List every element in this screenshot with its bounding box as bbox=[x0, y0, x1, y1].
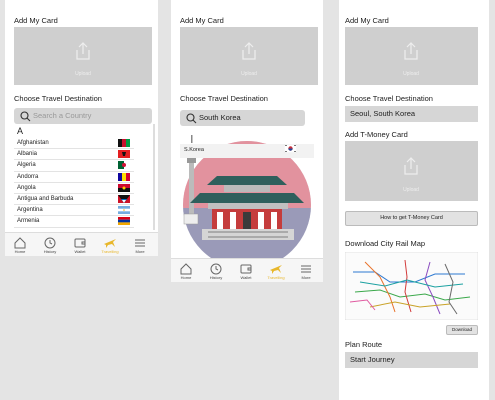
tab-label: History bbox=[209, 275, 223, 280]
upload-icon bbox=[76, 42, 90, 60]
tab-label: More bbox=[135, 249, 145, 254]
plane-icon bbox=[270, 265, 282, 274]
add-card-heading: Add My Card bbox=[14, 16, 58, 25]
tab-label: History bbox=[43, 249, 57, 254]
upload-icon bbox=[242, 42, 256, 60]
country-name: Afghanistan bbox=[17, 140, 49, 146]
city-rail-map-image[interactable] bbox=[345, 252, 478, 320]
screen-travel-setup: Add My Card Upload Choose Travel Destina… bbox=[339, 0, 489, 400]
history-icon bbox=[44, 237, 56, 249]
card-upload-area[interactable]: Upload bbox=[345, 27, 478, 85]
tab-label: Home bbox=[180, 275, 192, 280]
plane-icon bbox=[104, 239, 116, 248]
menu-icon bbox=[135, 239, 145, 247]
history-icon bbox=[210, 263, 222, 275]
tab-home[interactable]: Home bbox=[171, 259, 201, 283]
country-list[interactable]: A Afghanistan Albania Algeria Andorra Angola… bbox=[14, 124, 134, 230]
country-list-item[interactable]: Argentina bbox=[14, 205, 134, 217]
home-icon bbox=[180, 263, 192, 275]
tab-history[interactable]: History bbox=[201, 259, 231, 283]
country-list-item[interactable]: Afghanistan bbox=[14, 138, 134, 150]
korea-flag-icon bbox=[284, 144, 297, 153]
add-card-heading: Add My Card bbox=[345, 16, 389, 25]
upload-label: Upload bbox=[403, 71, 419, 77]
wallet-icon bbox=[74, 238, 86, 248]
tab-label: Home bbox=[14, 249, 26, 254]
plan-route-heading: Plan Route bbox=[345, 340, 383, 349]
tab-more[interactable]: More bbox=[291, 259, 321, 283]
country-name: Armenia bbox=[17, 218, 40, 225]
tmoney-upload-area[interactable]: Upload bbox=[345, 141, 478, 201]
country-name: Angola bbox=[17, 184, 36, 191]
add-tmoney-heading: Add T-Money Card bbox=[345, 130, 408, 139]
upload-label: Upload bbox=[241, 71, 257, 77]
destination-field[interactable]: Seoul, South Korea bbox=[345, 106, 478, 122]
list-scrollbar[interactable] bbox=[153, 124, 155, 230]
menu-icon bbox=[301, 265, 311, 273]
country-list-item[interactable]: Antigua and Barbuda bbox=[14, 194, 134, 206]
angola-flag-icon bbox=[118, 183, 130, 192]
country-label: S.Korea bbox=[184, 147, 204, 153]
andorra-flag-icon bbox=[118, 172, 130, 181]
country-list-item[interactable]: Algeria bbox=[14, 160, 134, 172]
country-list-item[interactable]: Armenia bbox=[14, 216, 134, 228]
screen-country-selected: Add My Card Upload Choose Travel Destina… bbox=[171, 0, 323, 282]
card-upload-area[interactable]: Upload bbox=[180, 27, 318, 85]
tab-label: Travelling bbox=[101, 249, 119, 254]
search-placeholder: Search a Country bbox=[33, 111, 92, 120]
upload-icon bbox=[404, 157, 418, 175]
bottom-tab-bar: Home History Wallet Travelling More bbox=[171, 258, 323, 282]
afghanistan-flag-icon bbox=[118, 139, 130, 147]
start-journey-button[interactable]: Start Journey bbox=[345, 352, 478, 368]
download-map-button[interactable]: Download bbox=[446, 325, 478, 335]
country-search-input[interactable]: South Korea bbox=[180, 110, 305, 126]
antigua-flag-icon bbox=[118, 194, 130, 203]
bottom-tab-bar: Home History Wallet Travelling More bbox=[5, 232, 158, 256]
tab-more[interactable]: More bbox=[125, 233, 155, 257]
argentina-flag-icon bbox=[118, 206, 130, 215]
upload-label: Upload bbox=[75, 71, 91, 77]
alphabet-letter: A bbox=[17, 126, 24, 136]
tab-label: Travelling bbox=[267, 275, 285, 280]
card-upload-area[interactable]: Upload bbox=[14, 27, 152, 85]
albania-flag-icon bbox=[118, 150, 130, 159]
country-name: Albania bbox=[17, 151, 38, 158]
tab-wallet[interactable]: Wallet bbox=[231, 259, 261, 283]
choose-destination-heading: Choose Travel Destination bbox=[180, 94, 268, 103]
country-name: Antigua and Barbuda bbox=[17, 195, 74, 202]
search-icon bbox=[186, 113, 197, 124]
choose-destination-heading: Choose Travel Destination bbox=[345, 94, 433, 103]
search-value: South Korea bbox=[199, 113, 241, 122]
search-icon bbox=[20, 111, 31, 122]
tab-travelling[interactable]: Travelling bbox=[95, 233, 125, 257]
country-name: Argentina bbox=[17, 207, 43, 214]
upload-icon bbox=[404, 42, 418, 60]
add-card-heading: Add My Card bbox=[180, 16, 224, 25]
how-to-tmoney-button[interactable]: How to get T-Money Card bbox=[345, 211, 478, 226]
tab-home[interactable]: Home bbox=[5, 233, 35, 257]
download-map-heading: Download City Rail Map bbox=[345, 239, 426, 248]
tab-history[interactable]: History bbox=[35, 233, 65, 257]
wallet-icon bbox=[240, 264, 252, 274]
tab-wallet[interactable]: Wallet bbox=[65, 233, 95, 257]
tab-label: Wallet bbox=[240, 275, 252, 280]
country-search-input[interactable]: Search a Country bbox=[14, 108, 152, 124]
tab-label: Wallet bbox=[74, 249, 86, 254]
tab-travelling[interactable]: Travelling bbox=[261, 259, 291, 283]
country-list-item[interactable]: Angola bbox=[14, 183, 134, 194]
choose-destination-heading: Choose Travel Destination bbox=[14, 94, 102, 103]
country-list-item[interactable]: Andorra bbox=[14, 172, 134, 183]
country-name: Algeria bbox=[17, 162, 36, 169]
upload-label: Upload bbox=[403, 187, 419, 193]
country-list-item[interactable]: Albania bbox=[14, 149, 134, 161]
screen-country-search: Add My Card Upload Choose Travel Destina… bbox=[5, 0, 158, 256]
tab-label: More bbox=[301, 275, 311, 280]
armenia-flag-icon bbox=[118, 217, 130, 226]
country-name: Andorra bbox=[17, 173, 39, 180]
algeria-flag-icon bbox=[118, 161, 130, 170]
home-icon bbox=[14, 237, 26, 249]
